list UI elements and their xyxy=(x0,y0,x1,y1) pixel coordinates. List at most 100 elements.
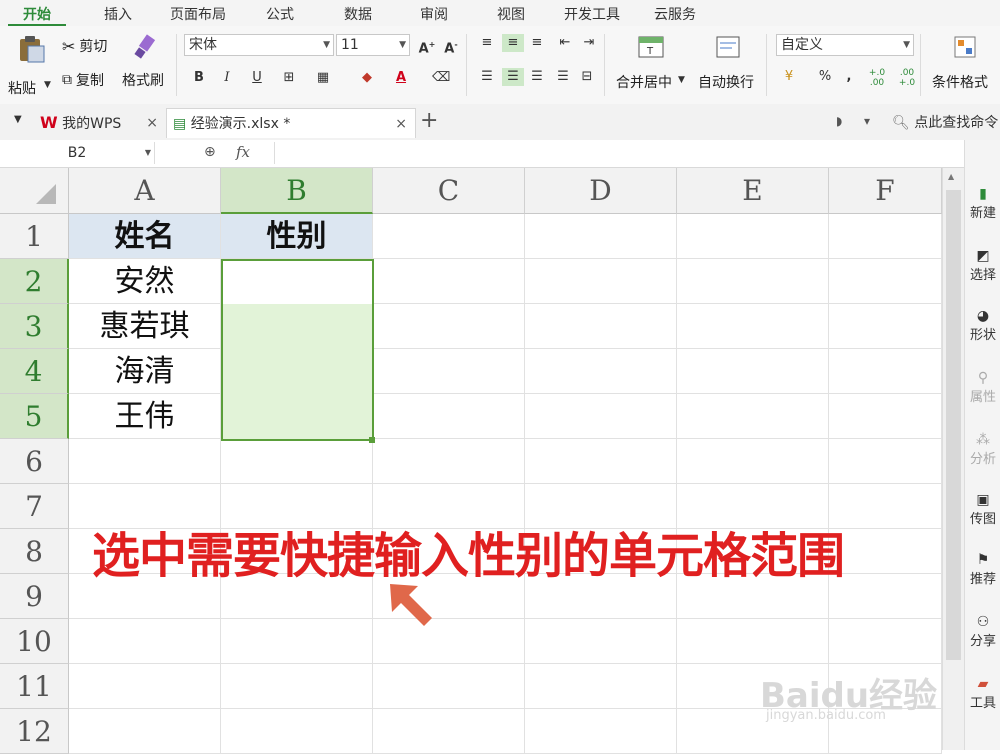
insert-function-button[interactable]: fx xyxy=(236,143,250,161)
sidebar-item-select[interactable]: ◩ 选择 xyxy=(965,248,1000,283)
cell-d10[interactable] xyxy=(525,619,677,664)
cell-c7[interactable] xyxy=(373,484,525,529)
column-header-a[interactable]: A xyxy=(69,168,221,214)
cell-d4[interactable] xyxy=(525,349,677,394)
font-shrink-icon[interactable]: A- xyxy=(442,36,460,56)
cell-a12[interactable] xyxy=(69,709,221,754)
format-painter-button[interactable]: 格式刷 xyxy=(122,32,170,98)
sidebar-item-shape[interactable]: ◕ 形状 xyxy=(965,308,1000,343)
cell-f7[interactable] xyxy=(829,484,942,529)
row-header-12[interactable]: 12 xyxy=(0,709,69,754)
cell-d5[interactable] xyxy=(525,394,677,439)
thousands-button[interactable]: , xyxy=(840,68,858,86)
column-header-c[interactable]: C xyxy=(373,168,525,214)
cell-c5[interactable] xyxy=(373,394,525,439)
cell-e6[interactable] xyxy=(677,439,829,484)
cell-c12[interactable] xyxy=(373,709,525,754)
cell-b11[interactable] xyxy=(221,664,373,709)
cell-b6[interactable] xyxy=(221,439,373,484)
cell-c6[interactable] xyxy=(373,439,525,484)
cell-c4[interactable] xyxy=(373,349,525,394)
border-icon[interactable]: ⊞ xyxy=(280,69,298,87)
zoom-icon[interactable]: ⊕ xyxy=(204,144,216,160)
cell-d1[interactable] xyxy=(525,214,677,259)
sidebar-item-analysis[interactable]: ⁂ 分析 xyxy=(965,432,1000,467)
row-header-7[interactable]: 7 xyxy=(0,484,69,529)
tab-formulas[interactable]: 公式 xyxy=(252,4,308,24)
cell-f4[interactable] xyxy=(829,349,942,394)
cell-b12[interactable] xyxy=(221,709,373,754)
merge-center-button[interactable]: T 合并居中 ▼ xyxy=(614,32,690,98)
cut-button[interactable]: ✂ 剪切 xyxy=(62,36,107,56)
cell-a10[interactable] xyxy=(69,619,221,664)
bold-button[interactable]: B xyxy=(190,69,208,87)
cell-e10[interactable] xyxy=(677,619,829,664)
cell-f3[interactable] xyxy=(829,304,942,349)
cell-c2[interactable] xyxy=(373,259,525,304)
increase-decimal-button[interactable]: +.0 .00 xyxy=(864,68,890,88)
cell-f1[interactable] xyxy=(829,214,942,259)
cell-a4[interactable]: 海清 xyxy=(69,349,221,394)
font-size-select[interactable]: 11 ▼ xyxy=(336,34,410,56)
indent-increase-icon[interactable]: ⇥ xyxy=(580,34,598,52)
cell-a5[interactable]: 王伟 xyxy=(69,394,221,439)
fill-color-icon[interactable]: ◆ xyxy=(358,69,376,87)
cell-a7[interactable] xyxy=(69,484,221,529)
cell-f6[interactable] xyxy=(829,439,942,484)
sidebar-item-tools[interactable]: ▰ 工具 xyxy=(965,676,1000,711)
cell-d11[interactable] xyxy=(525,664,677,709)
selection-range[interactable] xyxy=(221,259,374,441)
row-header-2[interactable]: 2 xyxy=(0,259,69,304)
cell-a11[interactable] xyxy=(69,664,221,709)
scroll-up-icon[interactable]: ▲ xyxy=(948,172,954,181)
scrollbar-thumb[interactable] xyxy=(946,190,961,660)
tab-insert[interactable]: 插入 xyxy=(90,4,146,24)
cell-a1[interactable]: 姓名 xyxy=(69,214,221,259)
cell-c11[interactable] xyxy=(373,664,525,709)
align-left-icon[interactable]: ☰ xyxy=(478,68,496,86)
decrease-decimal-button[interactable]: .00 +.0 xyxy=(894,68,920,88)
cell-f5[interactable] xyxy=(829,394,942,439)
distributed-align-icon[interactable]: ⊟ xyxy=(578,68,596,86)
cell-c3[interactable] xyxy=(373,304,525,349)
cell-d7[interactable] xyxy=(525,484,677,529)
cell-e4[interactable] xyxy=(677,349,829,394)
number-format-select[interactable]: 自定义 ▼ xyxy=(776,34,914,56)
cell-b1[interactable]: 性别 xyxy=(221,214,373,259)
cell-d6[interactable] xyxy=(525,439,677,484)
currency-icon[interactable]: ¥ xyxy=(780,68,798,86)
row-header-4[interactable]: 4 xyxy=(0,349,69,394)
cell-b7[interactable] xyxy=(221,484,373,529)
row-header-11[interactable]: 11 xyxy=(0,664,69,709)
row-header-8[interactable]: 8 xyxy=(0,529,69,574)
row-header-6[interactable]: 6 xyxy=(0,439,69,484)
justify-icon[interactable]: ☰ xyxy=(554,68,572,86)
cell-a2[interactable]: 安然 xyxy=(69,259,221,304)
column-header-e[interactable]: E xyxy=(677,168,829,214)
fill-handle[interactable] xyxy=(369,437,375,443)
sidebar-item-properties[interactable]: ⚲ 属性 xyxy=(965,370,1000,405)
tab-my-wps[interactable]: W 我的WPS × xyxy=(40,108,162,138)
tab-view[interactable]: 视图 xyxy=(483,4,539,24)
close-icon[interactable]: × xyxy=(146,108,158,138)
cell-d3[interactable] xyxy=(525,304,677,349)
tab-developer[interactable]: 开发工具 xyxy=(556,4,628,24)
sidebar-item-share[interactable]: ⚇ 分享 xyxy=(965,614,1000,649)
align-middle-icon[interactable]: ≡ xyxy=(502,34,524,52)
underline-button[interactable]: U xyxy=(248,69,266,87)
cell-e3[interactable] xyxy=(677,304,829,349)
tab-page-layout[interactable]: 页面布局 xyxy=(160,4,236,24)
row-header-5[interactable]: 5 xyxy=(0,394,69,439)
cell-a3[interactable]: 惠若琪 xyxy=(69,304,221,349)
column-header-f[interactable]: F xyxy=(829,168,942,214)
font-name-select[interactable]: 宋体 ▼ xyxy=(184,34,334,56)
cell-f2[interactable] xyxy=(829,259,942,304)
notification-icon[interactable]: ▾ xyxy=(864,114,870,128)
close-icon[interactable]: × xyxy=(395,109,407,139)
cell-e5[interactable] xyxy=(677,394,829,439)
cell-a6[interactable] xyxy=(69,439,221,484)
column-header-b[interactable]: B xyxy=(221,168,373,214)
new-tab-icon[interactable]: + xyxy=(420,108,438,133)
sidebar-item-upload-image[interactable]: ▣ 传图 xyxy=(965,492,1000,527)
cell-b10[interactable] xyxy=(221,619,373,664)
